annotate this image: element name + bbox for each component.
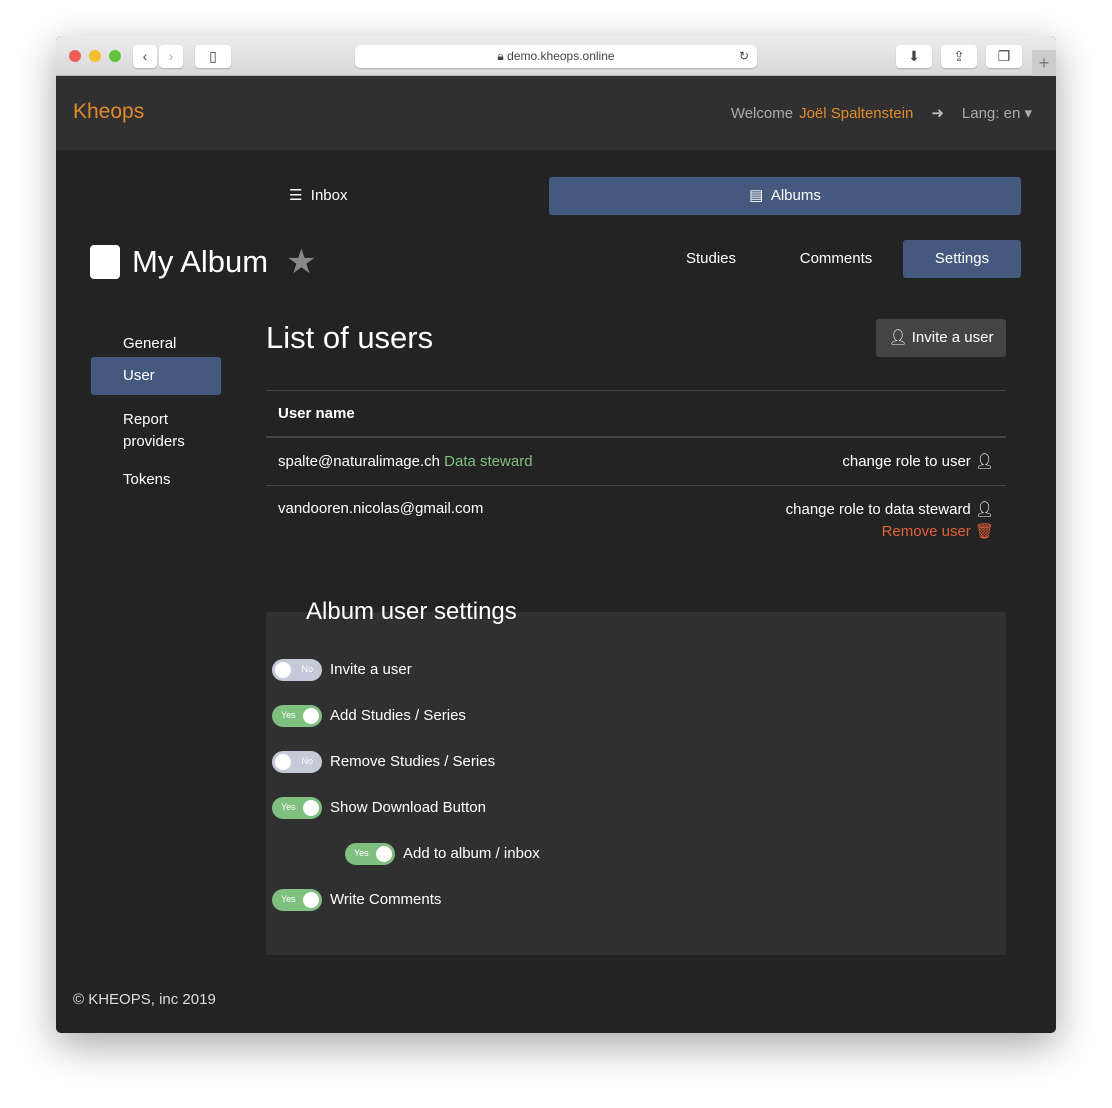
back-icon[interactable]: ‹ xyxy=(133,45,157,68)
user-icon: 👤︎ xyxy=(974,453,994,470)
setting-toggle[interactable]: Yes xyxy=(272,889,322,911)
album-user-settings-panel: Album user settings No Invite a user Yes Ad… xyxy=(266,598,1006,955)
setting-label: Invite a user xyxy=(330,661,412,678)
user-name-link[interactable]: Joël Spaltenstein xyxy=(799,105,913,122)
nav-inbox[interactable]: ☰ Inbox xyxy=(289,186,348,204)
browser-toolbar: ‹ › ▯ 🔒︎ demo.kheops.online ↻ ⬇ ⇪ ❐ + xyxy=(56,36,1056,76)
toggle-state: Yes xyxy=(281,894,296,904)
setting-label: Write Comments xyxy=(330,891,442,908)
trash-icon: 🗑︎ xyxy=(974,523,994,540)
welcome-text: Welcome xyxy=(730,104,794,122)
tab-studies[interactable]: Studies xyxy=(666,240,756,278)
setting-label: Add Studies / Series xyxy=(330,707,466,724)
reload-icon[interactable]: ↻ xyxy=(739,45,749,68)
tabs-icon[interactable]: ❐ xyxy=(986,45,1022,68)
toggle-knob xyxy=(303,800,319,816)
remove-user-button[interactable]: Remove user 🗑︎ xyxy=(882,522,994,540)
setting-label: Show Download Button xyxy=(330,799,486,816)
new-tab-icon[interactable]: + xyxy=(1032,50,1056,76)
setting-toggle[interactable]: Yes xyxy=(272,705,322,727)
user-plus-icon: 👤︎ xyxy=(888,329,908,346)
toggle-knob xyxy=(303,892,319,908)
favorite-star-icon[interactable]: ★ xyxy=(286,242,316,282)
setting-label: Add to album / inbox xyxy=(403,845,540,862)
browser-window: ‹ › ▯ 🔒︎ demo.kheops.online ↻ ⬇ ⇪ ❐ + Khe… xyxy=(56,36,1056,1033)
toggle-state: No xyxy=(301,664,313,674)
sidebar-item-tokens[interactable]: Tokens xyxy=(91,463,221,497)
language-dropdown[interactable]: Lang: en ▾ xyxy=(962,104,1032,122)
menu-icon: ☰ xyxy=(289,187,303,204)
toggle-state: Yes xyxy=(281,802,296,812)
book-icon: ▤ xyxy=(749,187,764,204)
setting-toggle[interactable]: No xyxy=(272,659,322,681)
logout-icon[interactable]: ➜ xyxy=(931,104,944,122)
table-row: spalte@naturalimage.ch Data steward chan… xyxy=(266,438,1006,486)
footer-copyright: © KHEOPS, inc 2019 xyxy=(73,991,216,1008)
minimize-window-button[interactable] xyxy=(89,50,101,62)
share-icon[interactable]: ⇪ xyxy=(941,45,977,68)
tab-settings[interactable]: Settings xyxy=(903,240,1021,278)
album-title: My Album xyxy=(132,244,269,279)
toggle-knob xyxy=(376,846,392,862)
setting-toggle[interactable]: No xyxy=(272,751,322,773)
sidebar-item-general[interactable]: General xyxy=(91,327,221,361)
download-icon[interactable]: ⬇ xyxy=(896,45,932,68)
invite-user-button[interactable]: 👤︎ Invite a user xyxy=(876,319,1006,357)
settings-title: Album user settings xyxy=(306,598,517,625)
toggle-knob xyxy=(275,662,291,678)
setting-label: Remove Studies / Series xyxy=(330,753,496,770)
close-window-button[interactable] xyxy=(69,50,81,62)
role-badge: Data steward xyxy=(444,453,533,470)
users-table-header: User name xyxy=(266,390,1006,438)
user-email: spalte@naturalimage.ch xyxy=(278,453,440,470)
users-title: List of users xyxy=(266,320,434,355)
toggle-state: Yes xyxy=(354,848,369,858)
setting-toggle[interactable]: Yes xyxy=(345,843,395,865)
toggle-state: Yes xyxy=(281,710,296,720)
app-header: Kheops Welcome Joël Spaltenstein ➜ Lang:… xyxy=(56,76,1056,150)
sidebar-item-report-providers[interactable]: Report providers xyxy=(91,403,221,459)
change-role-button[interactable]: change role to data steward 👤︎ xyxy=(786,500,994,518)
toggle-state: No xyxy=(301,756,313,766)
maximize-window-button[interactable] xyxy=(109,50,121,62)
user-email: vandooren.nicolas@gmail.com xyxy=(278,500,484,517)
address-bar[interactable]: 🔒︎ demo.kheops.online ↻ xyxy=(355,45,757,68)
toggle-knob xyxy=(303,708,319,724)
tab-comments[interactable]: Comments xyxy=(786,240,886,278)
toggle-knob xyxy=(275,754,291,770)
user-icon: 👤︎ xyxy=(974,501,994,518)
setting-toggle[interactable]: Yes xyxy=(272,797,322,819)
change-role-button[interactable]: change role to user 👤︎ xyxy=(842,438,994,486)
nav-albums[interactable]: ▤ Albums xyxy=(549,177,1021,215)
sidebar-toggle-icon[interactable]: ▯ xyxy=(195,45,231,68)
brand-logo[interactable]: Kheops xyxy=(73,100,144,124)
album-book-icon xyxy=(90,245,120,279)
lock-icon: 🔒︎ xyxy=(497,49,504,63)
forward-icon[interactable]: › xyxy=(159,45,183,68)
sidebar-item-user[interactable]: User xyxy=(91,357,221,395)
table-row: vandooren.nicolas@gmail.com change role … xyxy=(266,486,1006,546)
